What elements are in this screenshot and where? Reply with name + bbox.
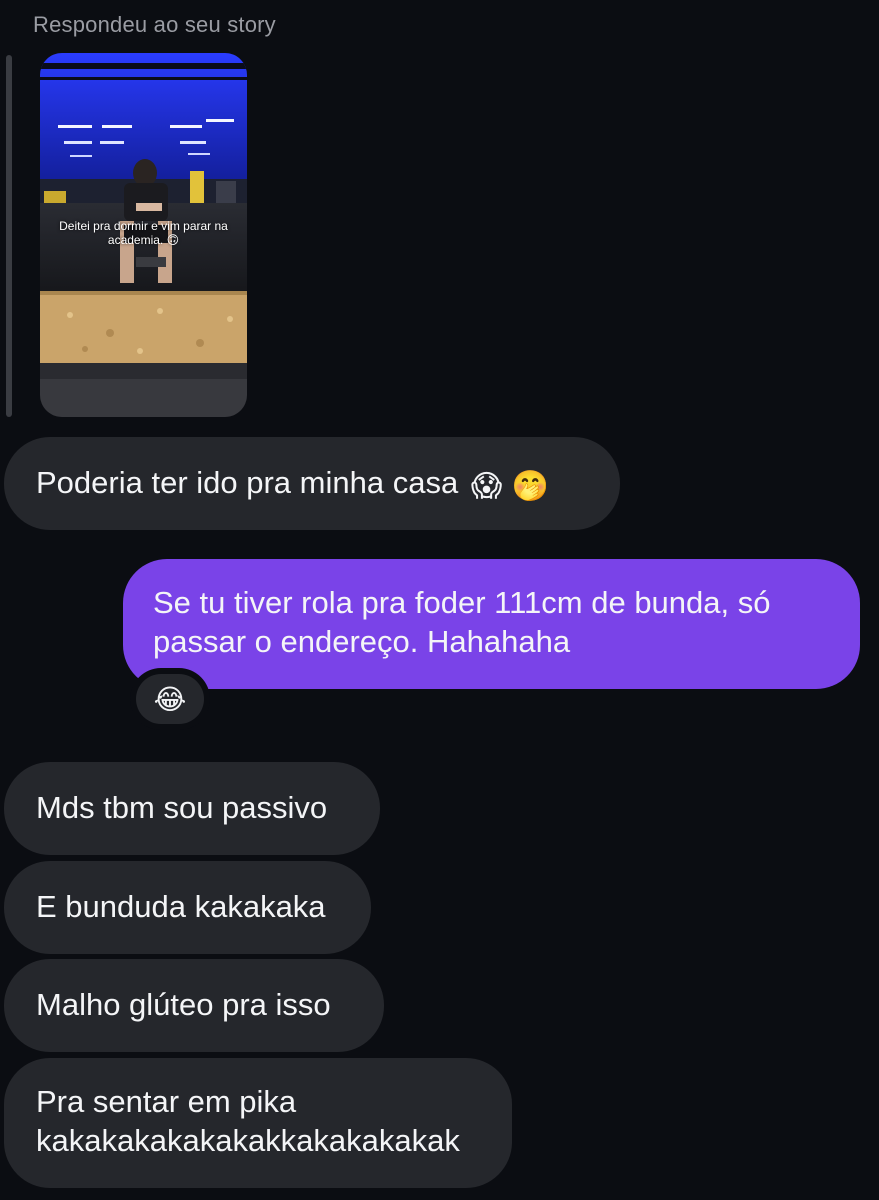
message-bubble[interactable]: Mds tbm sou passivo xyxy=(4,762,380,855)
message-bubble[interactable]: Poderia ter ido pra minha casa 😱 🤭 xyxy=(4,437,620,530)
message-text: Mds tbm sou passivo xyxy=(36,790,328,825)
message-text-line: Pra sentar em pika xyxy=(36,1084,297,1119)
message-bubble-sent[interactable]: Se tu tiver rola pra foder 111cm de bund… xyxy=(123,559,860,689)
story-reply-header: Respondeu ao seu story xyxy=(33,12,276,37)
message-reaction[interactable]: 😂 xyxy=(130,668,210,730)
message-bubble[interactable]: Malho glúteo pra isso xyxy=(4,959,384,1052)
message-text: Se tu tiver rola pra foder 111cm de bund… xyxy=(153,585,771,659)
message-bubble[interactable]: Pra sentar em pika kakakakakakakakkakaka… xyxy=(4,1058,512,1188)
message-text: Malho glúteo pra isso xyxy=(36,987,331,1022)
message-text-line: kakakakakakakakkakakakakak xyxy=(36,1123,460,1158)
reaction-emoji: 😂 xyxy=(136,674,204,724)
story-caption: Deitei pra dormir e vim parar na academi… xyxy=(59,219,228,247)
message-emoji: 😱 🤭 xyxy=(470,469,549,504)
message-bubble[interactable]: E bunduda kakakaka xyxy=(4,861,371,954)
story-thumbnail[interactable]: Deitei pra dormir e vim parar na academi… xyxy=(40,53,247,417)
message-text: Poderia ter ido pra minha casa xyxy=(36,465,459,500)
reply-indicator-bar xyxy=(6,55,12,417)
message-text: E bunduda kakakaka xyxy=(36,889,326,924)
